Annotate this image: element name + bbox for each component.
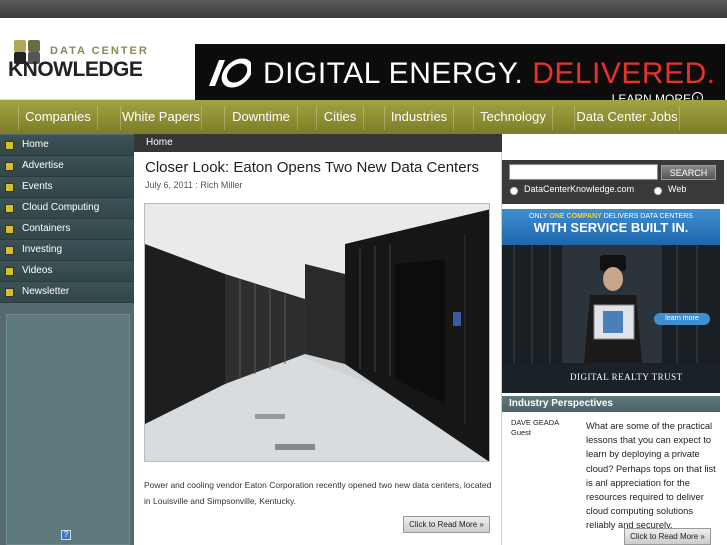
- sidebar-item-home[interactable]: Home: [0, 135, 134, 156]
- folder-icon: [5, 288, 14, 297]
- folder-icon: [5, 267, 14, 276]
- data-center-photo: [145, 204, 489, 461]
- search-button[interactable]: SEARCH: [661, 165, 716, 180]
- radio-label-web: Web: [668, 184, 687, 194]
- side-ad-header: ONLY ONE COMPANY DELIVERS DATA CENTERS W…: [502, 209, 720, 245]
- logo-square-icon: [28, 40, 40, 52]
- radio-label-datacenterknowledge: DataCenterKnowledge.com: [524, 184, 635, 194]
- main-nav: Companies White Papers Downtime Cities I…: [0, 100, 727, 134]
- article-excerpt: Power and cooling vendor Eaton Corporati…: [144, 480, 492, 506]
- help-icon[interactable]: ?: [61, 530, 71, 540]
- folder-icon: [5, 225, 14, 234]
- nav-item-technology[interactable]: Technology: [473, 106, 553, 130]
- search-box: SEARCH DataCenterKnowledge.com Web: [502, 160, 724, 204]
- perspective-text: What are some of the practical lessons t…: [586, 421, 716, 531]
- side-ad-line2: WITH SERVICE BUILT IN.: [533, 220, 689, 235]
- author-name[interactable]: DAVE GEADA: [511, 418, 583, 428]
- nav-item-downtime[interactable]: Downtime: [224, 106, 298, 130]
- sidebar-item-investing[interactable]: Investing: [0, 240, 134, 261]
- side-ad[interactable]: ONLY ONE COMPANY DELIVERS DATA CENTERS W…: [502, 209, 720, 393]
- article-title[interactable]: Closer Look: Eaton Opens Two New Data Ce…: [145, 159, 479, 176]
- nav-item-industries[interactable]: Industries: [384, 106, 454, 130]
- industry-perspectives-body: DAVE GEADA Guest What are some of the pr…: [502, 412, 724, 545]
- sidebar: Home Advertise Events Cloud Computing Co…: [0, 134, 134, 545]
- site-logo[interactable]: DATA CENTER KNOWLEDGE: [8, 38, 153, 88]
- sidebar-item-newsletter[interactable]: Newsletter: [0, 282, 134, 303]
- radio-web[interactable]: [654, 187, 662, 195]
- nav-item-cities[interactable]: Cities: [316, 106, 364, 130]
- side-ad-footer: DIGITAL REALTY TRUST: [570, 372, 683, 382]
- read-more-button[interactable]: Click to Read More »: [403, 516, 490, 533]
- right-column: SEARCH DataCenterKnowledge.com Web ONLY …: [502, 152, 727, 545]
- top-bar: [0, 0, 727, 18]
- search-input[interactable]: [509, 164, 658, 180]
- logo-line1: DATA CENTER: [50, 45, 149, 57]
- radio-datacenterknowledge[interactable]: [510, 187, 518, 195]
- nav-item-data-center-jobs[interactable]: Data Center Jobs: [574, 106, 680, 130]
- io-logo-icon: [209, 58, 251, 88]
- nav-item-companies[interactable]: Companies: [18, 106, 98, 130]
- perspective-read-more-button[interactable]: Click to Read More »: [624, 528, 711, 545]
- sidebar-item-videos[interactable]: Videos: [0, 261, 134, 282]
- sidebar-item-advertise[interactable]: Advertise: [0, 156, 134, 177]
- folder-icon: [5, 162, 14, 171]
- sidebar-item-events[interactable]: Events: [0, 177, 134, 198]
- nav-item-white-papers[interactable]: White Papers: [120, 106, 202, 130]
- logo-line2: KNOWLEDGE: [8, 58, 143, 81]
- perspective-author: DAVE GEADA Guest: [511, 418, 583, 438]
- logo-square-icon: [14, 40, 26, 52]
- folder-icon: [5, 204, 14, 213]
- breadcrumb[interactable]: Home: [134, 134, 502, 152]
- sidebar-item-containers[interactable]: Containers: [0, 219, 134, 240]
- author-role: Guest: [511, 428, 532, 437]
- folder-icon: [5, 183, 14, 192]
- sidebar-widget-box: [6, 314, 130, 545]
- main-content: Closer Look: Eaton Opens Two New Data Ce…: [134, 152, 502, 545]
- article-meta: July 6, 2011 : Rich Miller: [145, 180, 243, 190]
- banner-headline: DIGITAL ENERGY. DELIVERED.: [263, 57, 716, 90]
- side-ad-line1: ONLY ONE COMPANY DELIVERS DATA CENTERS: [529, 213, 693, 220]
- site-header: DATA CENTER KNOWLEDGE DIGITAL ENERGY. DE…: [0, 18, 727, 110]
- side-ad-learn-more[interactable]: learn more: [654, 313, 710, 325]
- article-photo[interactable]: [144, 203, 490, 462]
- sidebar-item-cloud-computing[interactable]: Cloud Computing: [0, 198, 134, 219]
- industry-perspectives-header[interactable]: Industry Perspectives: [502, 396, 720, 412]
- folder-icon: [5, 246, 14, 255]
- folder-icon: [5, 141, 14, 150]
